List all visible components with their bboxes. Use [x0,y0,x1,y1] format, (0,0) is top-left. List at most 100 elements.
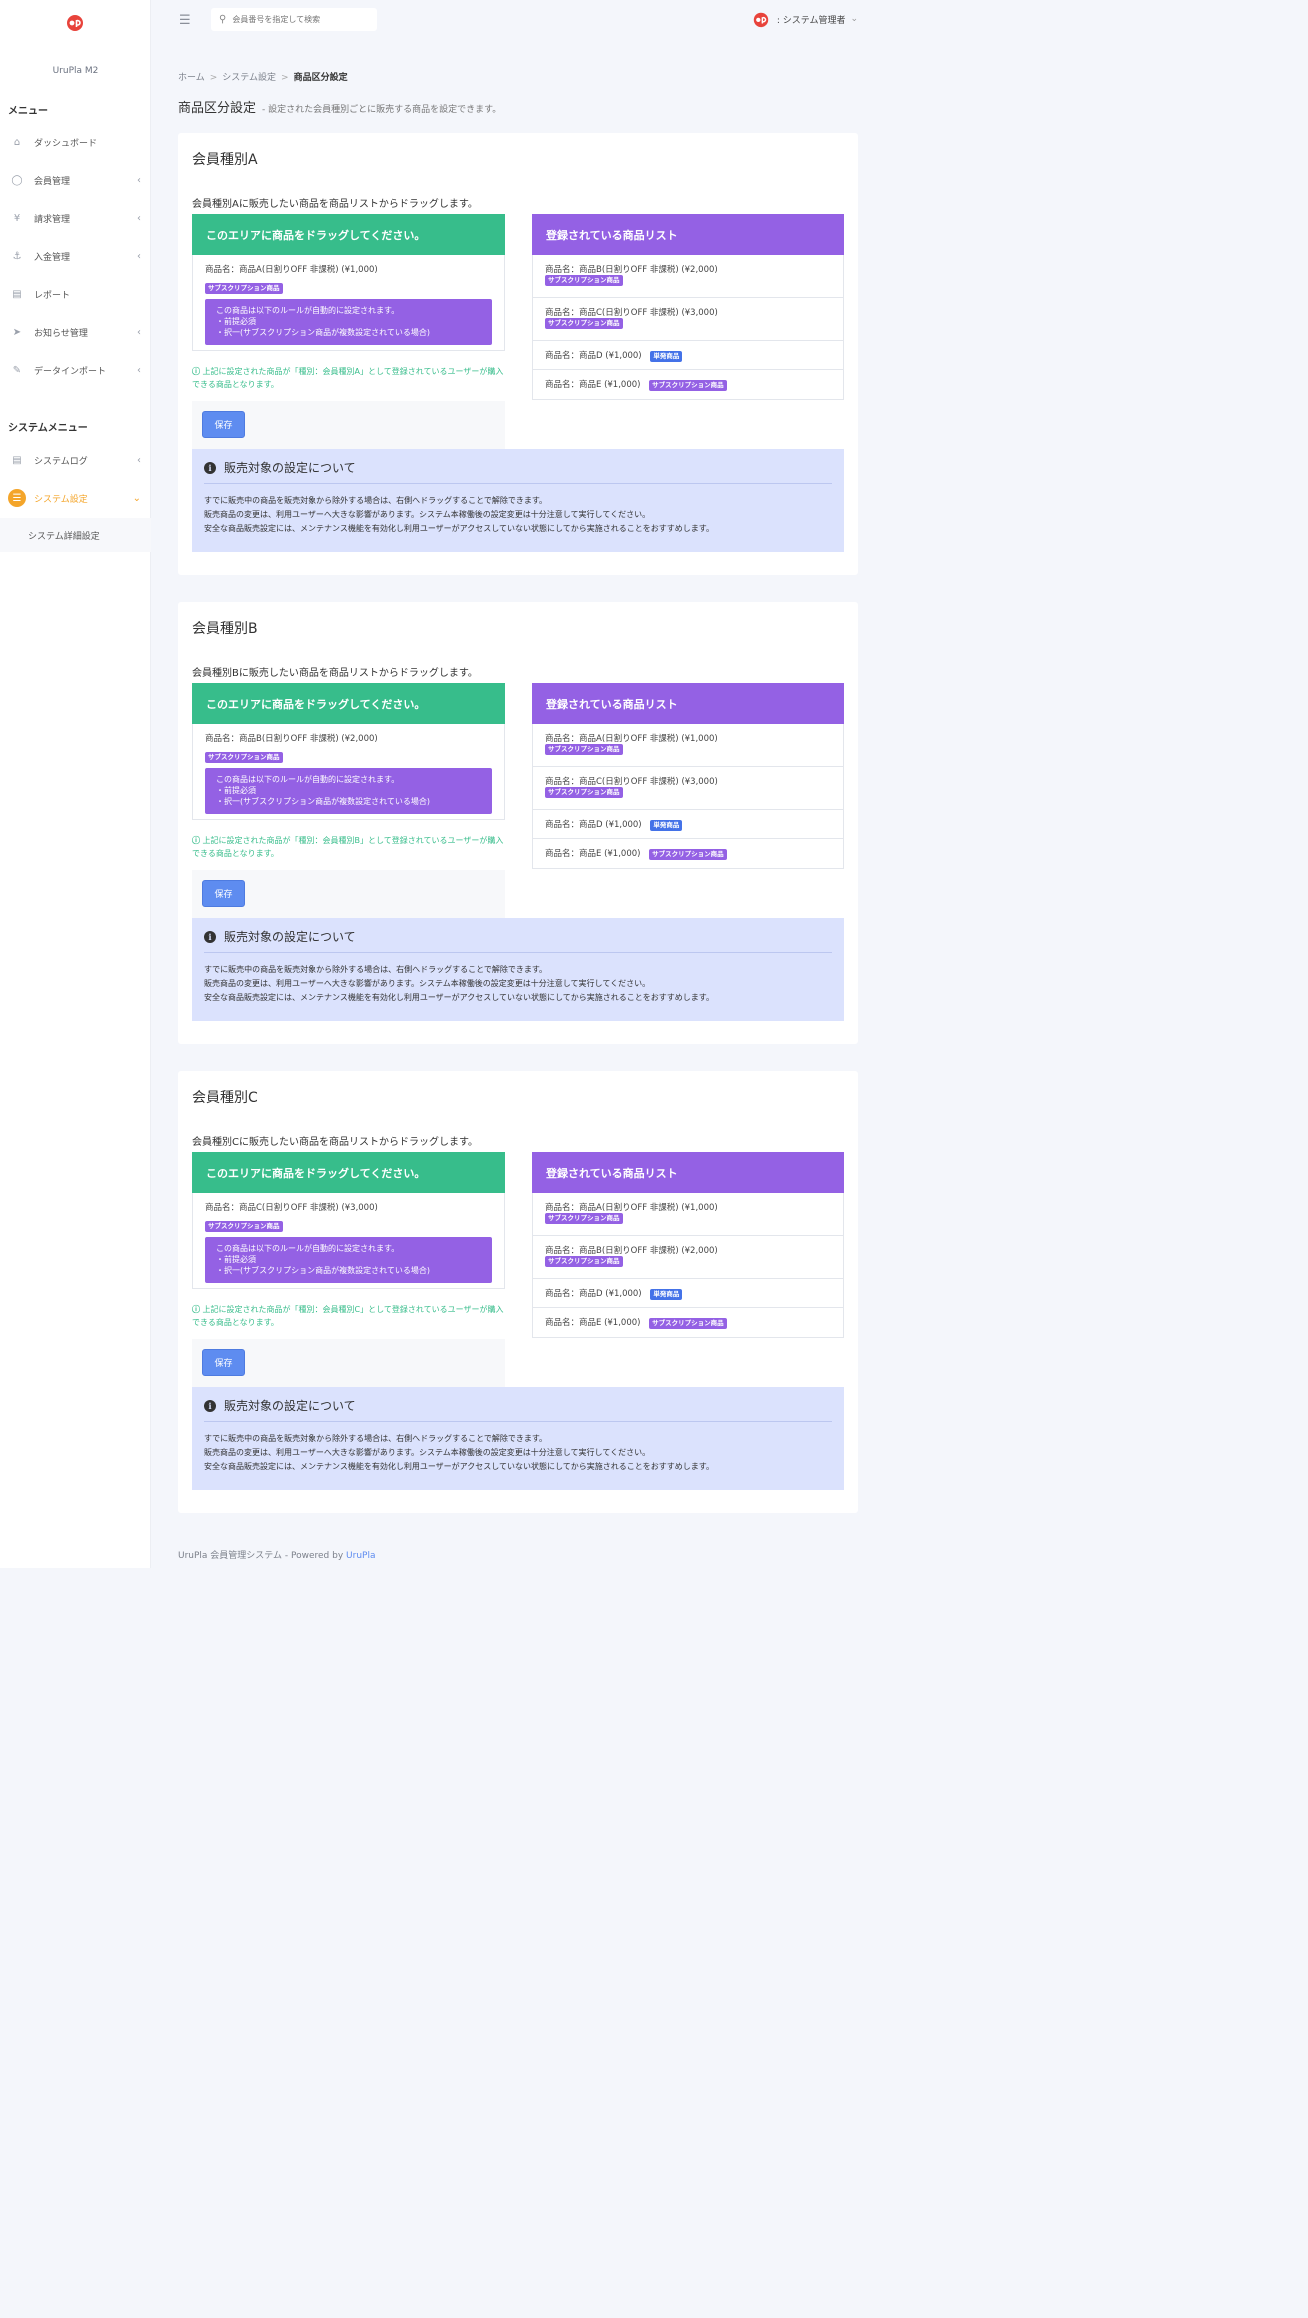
breadcrumb-parent[interactable]: システム設定 [222,73,276,83]
breadcrumb-current: 商品区分設定 [293,73,348,83]
chevron-down-icon: ⌄ [850,14,858,24]
product-name: 商品名：商品B(日割りOFF 非課税) (¥2,000) [205,734,378,744]
product-list-item[interactable]: 商品名：商品D (¥1,000) 単発商品 [533,1279,843,1308]
subscription-badge: サブスクリプション商品 [545,318,623,329]
product-list-item[interactable]: 商品名：商品D (¥1,000) 単発商品 [533,341,843,370]
subscription-badge: サブスクリプション商品 [205,752,283,763]
drop-zone[interactable]: このエリアに商品をドラッグしてください。 商品名：商品A(日割りOFF 非課税)… [192,214,505,351]
rule-line: この商品は以下のルールが自動的に設定されます。 [216,1244,400,1253]
save-button[interactable]: 保存 [202,1349,245,1376]
breadcrumb-home[interactable]: ホーム [178,73,205,83]
product-list-item[interactable]: 商品名：商品C(日割りOFF 非課税) (¥3,000) サブスクリプション商品 [533,767,843,810]
user-icon: ◯ [11,174,23,186]
product-list-item[interactable]: 商品名：商品D (¥1,000) 単発商品 [533,810,843,839]
drop-zone-heading: このエリアに商品をドラッグしてください。 [192,683,505,724]
sidebar: UruPla M2 メニュー ⌂ ダッシュボード ◯ 会員管理 ‹ ¥ 請求管理… [0,0,151,1568]
sidebar-item-label: 入金管理 [34,252,71,263]
product-list-item[interactable]: 商品名：商品B(日割りOFF 非課税) (¥2,000) サブスクリプション商品 [533,1236,843,1279]
rule-line: ・択一(サブスクリプション商品が複数設定されている場合) [216,797,430,806]
product-list-heading: 登録されている商品リスト [532,1152,844,1193]
footer-link[interactable]: UruPla [346,1551,375,1561]
page-subtitle: - 設定された会員種別ごとに販売する商品を設定できます。 [262,105,502,115]
card-title: 会員種別A [192,152,258,168]
sidebar-item-label: ダッシュボード [34,138,98,149]
rule-line: ・択一(サブスクリプション商品が複数設定されている場合) [216,328,430,337]
sidebar-subitem-system-detail[interactable]: システム詳細設定 [0,518,151,552]
paper-plane-icon: ➤ [12,326,22,338]
assigned-product[interactable]: 商品名：商品B(日割りOFF 非課税) (¥2,000) サブスクリプション商品 [205,732,492,763]
info-box-text: すでに販売中の商品を販売対象から除外する場合は、右側へドラッグすることで解除でき… [204,963,832,1005]
product-list-item[interactable]: 商品名：商品B(日割りOFF 非課税) (¥2,000) サブスクリプション商品 [533,255,843,298]
rule-line: この商品は以下のルールが自動的に設定されます。 [216,775,400,784]
product-list-item[interactable]: 商品名：商品E (¥1,000) サブスクリプション商品 [533,1308,843,1337]
sidebar-item-import[interactable]: ✎ データインポート ‹ [0,352,151,388]
product-list-item[interactable]: 商品名：商品C(日割りOFF 非課税) (¥3,000) サブスクリプション商品 [533,298,843,341]
product-list[interactable]: 登録されている商品リスト 商品名：商品B(日割りOFF 非課税) (¥2,000… [532,214,844,400]
edit-icon: ✎ [12,364,22,376]
sidebar-item-reports[interactable]: ▤ レポート [0,276,151,312]
document-icon: ▤ [12,454,22,466]
product-list-item[interactable]: 商品名：商品A(日割りOFF 非課税) (¥1,000) サブスクリプション商品 [533,724,843,767]
product-list-item[interactable]: 商品名：商品E (¥1,000) サブスクリプション商品 [533,839,843,868]
product-list-item[interactable]: 商品名：商品A(日割りOFF 非課税) (¥1,000) サブスクリプション商品 [533,1193,843,1236]
assigned-product[interactable]: 商品名：商品A(日割りOFF 非課税) (¥1,000) サブスクリプション商品 [205,263,492,294]
product-list-body: 商品名：商品B(日割りOFF 非課税) (¥2,000) サブスクリプション商品… [532,255,844,400]
card-description: 会員種別Aに販売したい商品を商品リストからドラッグします。 [192,199,478,210]
product-name: 商品名：商品E (¥1,000) [545,849,641,859]
menu-heading: メニュー [8,106,48,117]
info-line: 安全な商品販売設定には、メンテナンス機能を有効化し利用ユーザーがアクセスしていな… [204,524,714,533]
info-box: i 販売対象の設定について すでに販売中の商品を販売対象から除外する場合は、右側… [192,1387,844,1490]
sidebar-item-payments[interactable]: ⚓ 入金管理 ‹ [0,238,151,274]
rule-line: この商品は以下のルールが自動的に設定されます。 [216,306,400,315]
sidebar-item-label: 会員管理 [34,176,71,187]
sidebar-item-dashboard[interactable]: ⌂ ダッシュボード [0,124,151,160]
drop-zone-heading: このエリアに商品をドラッグしてください。 [192,1152,505,1193]
sidebar-item-system-log[interactable]: ▤ システムログ ‹ [0,442,151,478]
drop-zone-body: 商品名：商品B(日割りOFF 非課税) (¥2,000) サブスクリプション商品… [192,724,505,820]
user-menu[interactable]: : システム管理者 ⌄ [751,10,858,28]
info-circle-icon: ⓘ [192,367,200,376]
info-title-text: 販売対象の設定について [224,461,356,475]
save-button[interactable]: 保存 [202,880,245,907]
product-list[interactable]: 登録されている商品リスト 商品名：商品A(日割りOFF 非課税) (¥1,000… [532,683,844,869]
single-product-badge: 単発商品 [650,1289,683,1300]
sidebar-item-label: データインポート [34,366,107,377]
info-line: 販売商品の変更は、利用ユーザーへ大きな影響があります。システム本稼働後の設定変更… [204,1448,651,1457]
info-box: i 販売対象の設定について すでに販売中の商品を販売対象から除外する場合は、右側… [192,449,844,552]
sidebar-item-members[interactable]: ◯ 会員管理 ‹ [0,162,151,198]
drop-zone[interactable]: このエリアに商品をドラッグしてください。 商品名：商品B(日割りOFF 非課税)… [192,683,505,820]
product-list-item[interactable]: 商品名：商品E (¥1,000) サブスクリプション商品 [533,370,843,399]
breadcrumb-separator: > [209,73,218,83]
home-icon: ⌂ [13,136,21,148]
subscription-badge: サブスクリプション商品 [205,283,283,294]
sidebar-item-notices[interactable]: ➤ お知らせ管理 ‹ [0,314,151,350]
assigned-product[interactable]: 商品名：商品C(日割りOFF 非課税) (¥3,000) サブスクリプション商品 [205,1201,492,1232]
info-box-text: すでに販売中の商品を販売対象から除外する場合は、右側へドラッグすることで解除でき… [204,1432,832,1474]
drop-zone-heading: このエリアに商品をドラッグしてください。 [192,214,505,255]
product-list-body: 商品名：商品A(日割りOFF 非課税) (¥1,000) サブスクリプション商品… [532,724,844,869]
urupla-logo-icon[interactable] [64,12,86,32]
chevron-left-icon: ‹ [137,364,141,376]
info-box-title: i 販売対象の設定について [204,1397,832,1422]
info-title-text: 販売対象の設定について [224,930,356,944]
product-name: 商品名：商品D (¥1,000) [545,1289,642,1299]
breadcrumb-separator: > [281,73,289,83]
info-line: すでに販売中の商品を販売対象から除外する場合は、右側へドラッグすることで解除でき… [204,496,548,505]
sidebar-item-system-settings[interactable]: ☰ システム設定 ⌄ [0,480,151,516]
search-input[interactable] [232,15,363,24]
hamburger-menu-icon[interactable]: ☰ [179,13,191,28]
product-list[interactable]: 登録されている商品リスト 商品名：商品A(日割りOFF 非課税) (¥1,000… [532,1152,844,1338]
user-avatar-icon [753,12,769,28]
subscription-badge: サブスクリプション商品 [545,744,623,755]
product-name: 商品名：商品A(日割りOFF 非課税) (¥1,000) [545,734,718,744]
brand-name: UruPla M2 [52,66,99,76]
info-line: 安全な商品販売設定には、メンテナンス機能を有効化し利用ユーザーがアクセスしていな… [204,993,714,1002]
page-title-text: 商品区分設定 [178,101,257,116]
rule-notice: この商品は以下のルールが自動的に設定されます。 ・前提必須 ・択一(サブスクリプ… [205,299,492,345]
save-button[interactable]: 保存 [202,411,245,438]
drop-zone[interactable]: このエリアに商品をドラッグしてください。 商品名：商品C(日割りOFF 非課税)… [192,1152,505,1289]
info-line: すでに販売中の商品を販売対象から除外する場合は、右側へドラッグすることで解除でき… [204,1434,548,1443]
subscription-badge: サブスクリプション商品 [545,1213,623,1224]
member-type-card: 会員種別A 会員種別Aに販売したい商品を商品リストからドラッグします。 このエリ… [178,133,858,575]
sidebar-item-billing[interactable]: ¥ 請求管理 ‹ [0,200,151,236]
